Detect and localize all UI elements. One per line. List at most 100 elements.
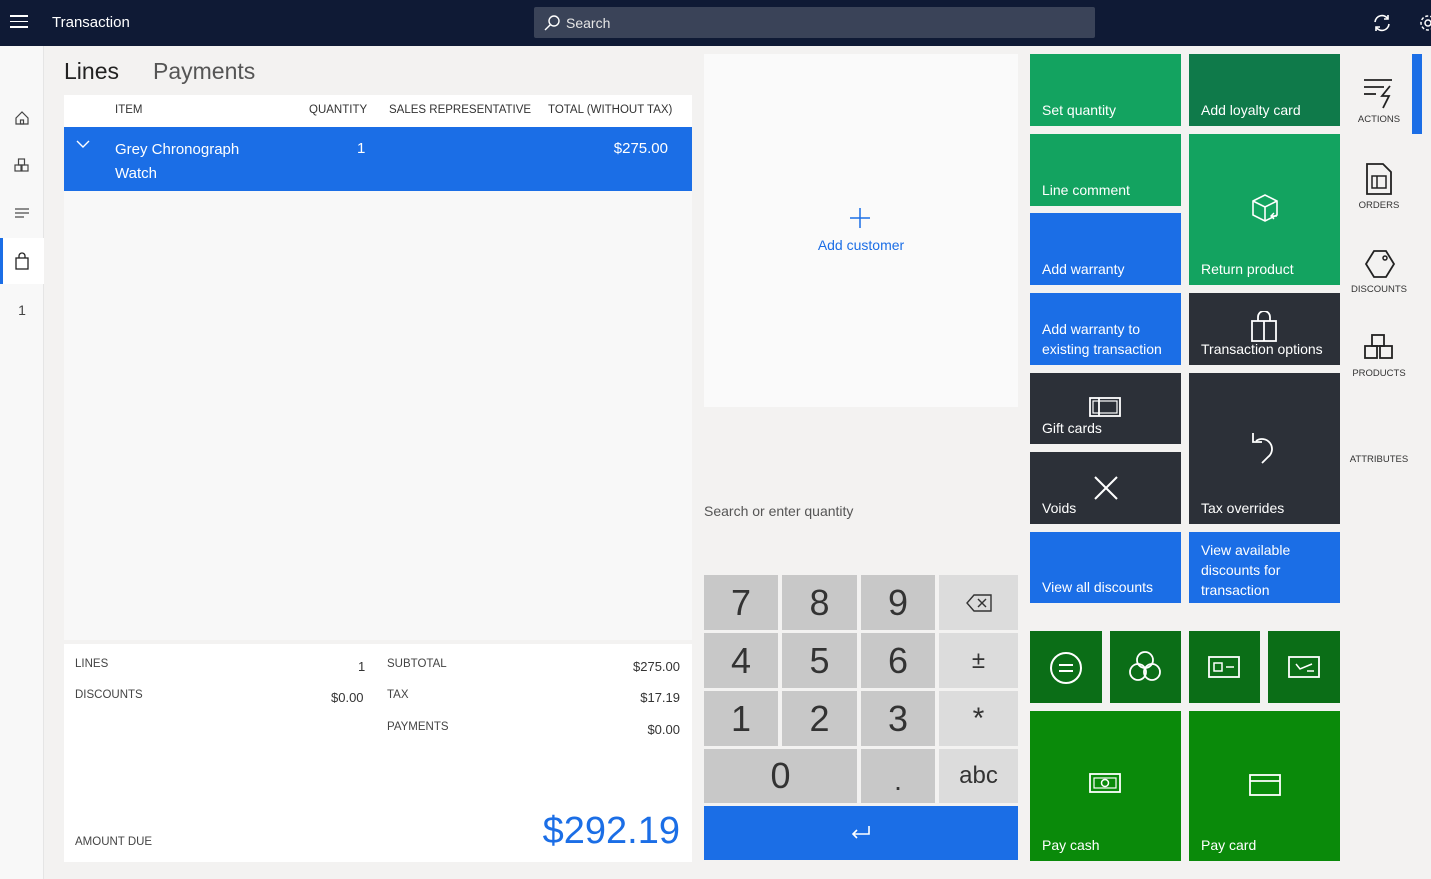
numpad-key-0[interactable]: 0 xyxy=(704,749,857,803)
return-product-tile[interactable]: Return product xyxy=(1189,134,1340,285)
home-nav-button[interactable] xyxy=(0,98,44,138)
products-rail-button[interactable]: PRODUCTS xyxy=(1347,332,1411,379)
boxes-icon xyxy=(14,158,29,172)
products-icon xyxy=(1364,334,1393,359)
discounts-nav-button[interactable]: DISCOUNTS xyxy=(1347,248,1411,295)
pay-customer-account-tile[interactable] xyxy=(1189,631,1260,703)
home-icon xyxy=(15,111,29,125)
orders-nav-button[interactable]: ORDERS xyxy=(1347,162,1411,211)
voids-label: Voids xyxy=(1042,500,1077,516)
view-all-discounts-label: View all discounts xyxy=(1042,579,1154,595)
tax-overrides-label: Tax overrides xyxy=(1201,500,1285,516)
transaction-count-badge[interactable]: 1 xyxy=(0,290,44,330)
numpad-key-multiply[interactable]: * xyxy=(939,691,1018,746)
top-bar: Transaction Search xyxy=(0,0,1431,46)
chevron-down-icon[interactable] xyxy=(76,137,90,151)
tag-icon xyxy=(1364,250,1396,278)
numpad-key-abc[interactable]: abc xyxy=(939,749,1018,803)
add-customer-button[interactable]: Add customer xyxy=(704,237,1018,253)
discounts-label: DISCOUNTS xyxy=(1351,284,1407,295)
return-box-icon xyxy=(1252,194,1278,222)
view-available-discounts-tile[interactable]: View available discounts for transaction xyxy=(1189,532,1340,603)
view-all-discounts-tile[interactable]: View all discounts xyxy=(1030,532,1181,603)
plus-icon[interactable] xyxy=(850,208,870,228)
transaction-options-label: Transaction options xyxy=(1201,341,1323,357)
pay-card-label: Pay card xyxy=(1201,837,1257,853)
gift-cards-tile[interactable]: Gift cards xyxy=(1030,373,1181,444)
numpad-key-decimal[interactable]: . xyxy=(861,749,935,803)
payments-label: PAYMENTS xyxy=(387,721,449,733)
numpad-input[interactable]: Search or enter quantity xyxy=(704,503,853,519)
orders-icon xyxy=(1366,163,1392,195)
column-header-total[interactable]: TOTAL (WITHOUT TAX) xyxy=(548,104,672,116)
numpad-key-7[interactable]: 7 xyxy=(704,575,778,630)
numpad-key-plus-minus[interactable]: ± xyxy=(939,633,1018,688)
add-loyalty-card-label: Add loyalty card xyxy=(1201,102,1301,118)
add-warranty-tile[interactable]: Add warranty xyxy=(1030,213,1181,285)
amount-due-label: AMOUNT DUE xyxy=(75,836,153,848)
set-quantity-tile[interactable]: Set quantity xyxy=(1030,54,1181,126)
add-loyalty-card-tile[interactable]: Add loyalty card xyxy=(1189,54,1340,126)
numpad-key-8[interactable]: 8 xyxy=(782,575,857,630)
return-product-label: Return product xyxy=(1201,261,1294,277)
actions-label: ACTIONS xyxy=(1357,114,1401,125)
column-header-sales-rep[interactable]: SALES REPRESENTATIVE xyxy=(389,104,531,116)
transaction-options-tile[interactable]: Transaction options xyxy=(1189,293,1340,365)
totals-panel: LINES 1 DISCOUNTS $0.00 SUBTOTAL $275.00… xyxy=(64,644,692,862)
numpad-key-5[interactable]: 5 xyxy=(782,633,857,688)
numpad-key-3[interactable]: 3 xyxy=(861,691,935,746)
gift-card-icon xyxy=(1089,397,1121,417)
subtotal-value: $275.00 xyxy=(633,659,680,674)
pay-card-alt-tile[interactable] xyxy=(1268,631,1340,703)
enter-button[interactable] xyxy=(704,806,1018,860)
pay-currency-tile[interactable] xyxy=(1110,631,1181,703)
column-header-item[interactable]: ITEM xyxy=(115,104,142,116)
undo-icon xyxy=(1252,433,1273,464)
lines-label: LINES xyxy=(75,658,109,670)
tax-value: $17.19 xyxy=(640,690,680,705)
orders-label: ORDERS xyxy=(1358,200,1400,211)
attributes-nav-button[interactable]: ATTRIBUTES xyxy=(1347,454,1411,465)
line-item-name: Grey Chronograph Watch xyxy=(115,141,240,182)
add-warranty-label: Add warranty xyxy=(1042,261,1125,277)
search-icon xyxy=(544,15,560,31)
backspace-button[interactable] xyxy=(939,575,1018,630)
hamburger-menu-icon[interactable] xyxy=(10,15,28,29)
table-row[interactable]: Grey Chronograph Watch 1 $275.00 xyxy=(64,127,692,191)
tax-overrides-tile[interactable]: Tax overrides xyxy=(1189,373,1340,524)
list-icon xyxy=(15,208,29,218)
numpad-key-4[interactable]: 4 xyxy=(704,633,778,688)
actions-icon xyxy=(1364,79,1392,109)
cash-icon xyxy=(1089,773,1121,793)
products-label: PRODUCTS xyxy=(1352,368,1406,379)
numpad-key-9[interactable]: 9 xyxy=(861,575,935,630)
numpad-key-6[interactable]: 6 xyxy=(861,633,935,688)
transaction-nav-button[interactable] xyxy=(0,238,44,284)
column-header-quantity[interactable]: QUANTITY xyxy=(309,104,367,116)
discounts-value: $0.00 xyxy=(331,690,364,705)
voids-tile[interactable]: Voids xyxy=(1030,452,1181,524)
view-available-discounts-label: View available discounts for transaction xyxy=(1201,542,1291,598)
actions-nav-button[interactable]: ACTIONS xyxy=(1347,76,1411,125)
search-input[interactable]: Search xyxy=(534,7,1095,38)
right-nav-rail: ACTIONS ORDERS DISCOUNTS PRODUCTS ATTRIB… xyxy=(1347,54,1431,879)
pay-cash-tile[interactable]: Pay cash xyxy=(1030,711,1181,861)
enter-arrow-icon xyxy=(851,826,870,839)
numpad-key-2[interactable]: 2 xyxy=(782,691,857,746)
attributes-label: ATTRIBUTES xyxy=(1349,454,1409,465)
tax-label: TAX xyxy=(387,689,409,701)
pay-card-tile[interactable]: Pay card xyxy=(1189,711,1340,861)
refresh-icon[interactable] xyxy=(1372,13,1392,33)
line-comment-tile[interactable]: Line comment xyxy=(1030,134,1181,206)
lines-nav-button[interactable] xyxy=(0,193,44,233)
gear-icon[interactable] xyxy=(1418,13,1431,33)
products-nav-button[interactable] xyxy=(0,146,44,186)
equals-circle-icon xyxy=(1050,652,1082,684)
tab-lines[interactable]: Lines xyxy=(64,58,119,85)
numpad-key-1[interactable]: 1 xyxy=(704,691,778,746)
tab-payments[interactable]: Payments xyxy=(153,58,255,85)
add-warranty-existing-tile[interactable]: Add warranty to existing transaction xyxy=(1030,293,1181,365)
page-title: Transaction xyxy=(52,14,130,31)
pay-exact-tile[interactable] xyxy=(1030,631,1102,703)
line-comment-label: Line comment xyxy=(1042,182,1130,198)
